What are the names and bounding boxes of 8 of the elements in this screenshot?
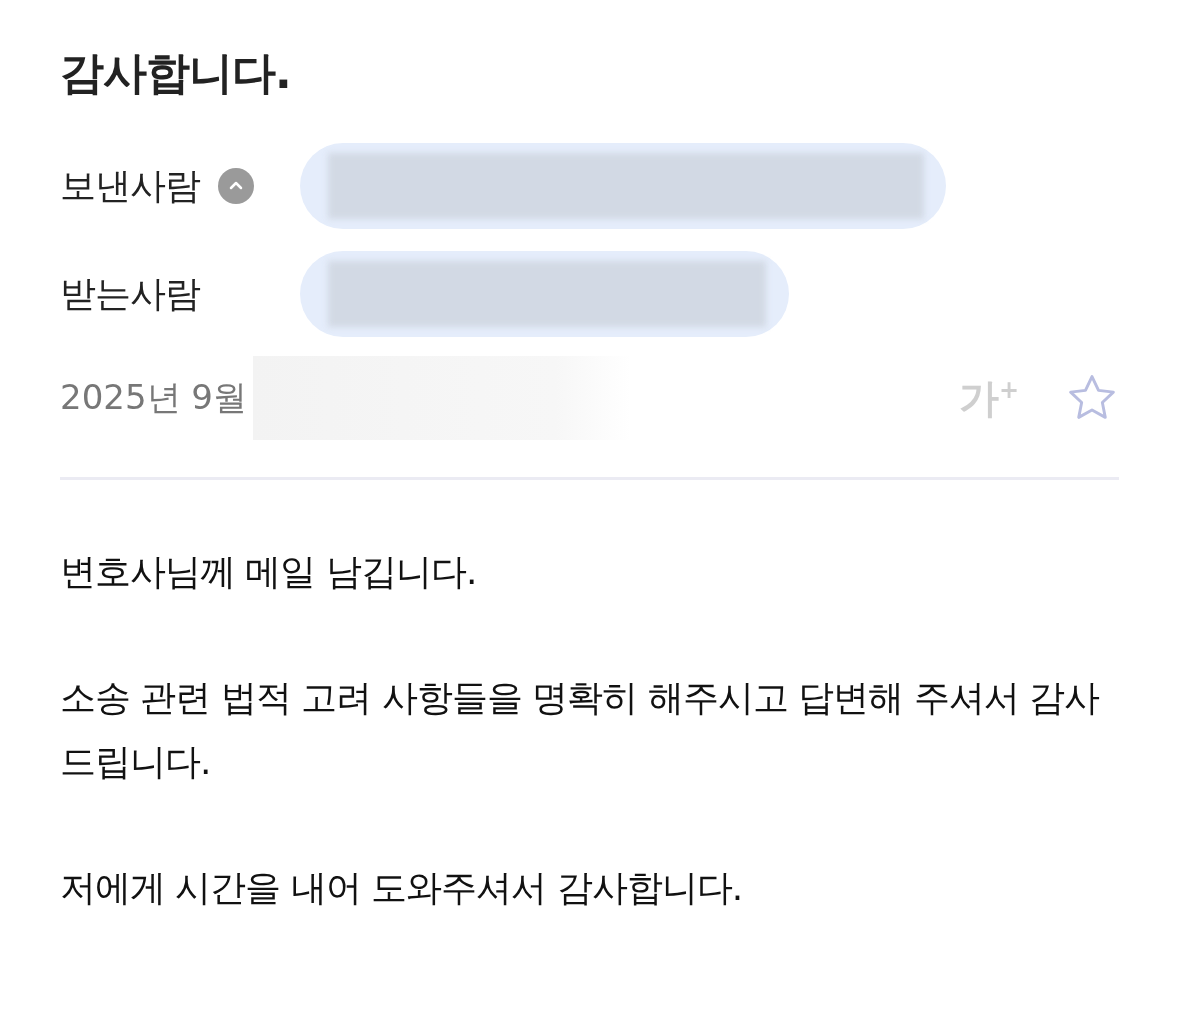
recipient-label: 받는사람 xyxy=(60,271,200,316)
body-paragraph: 저에게 시간을 내어 도와주셔서 감사합니다. xyxy=(60,866,744,910)
body-paragraph: 변호사님께 메일 남깁니다. xyxy=(60,550,478,594)
date-text: 2025년 9월 xyxy=(60,376,247,419)
email-subject: 감사합니다. xyxy=(60,46,292,100)
body-paragraph: 소송 관련 법적 고려 사항들을 명확히 해주시고 답변해 주셔서 감사드립니다. xyxy=(60,676,1100,784)
collapse-toggle[interactable] xyxy=(218,168,254,204)
sender-label: 보낸사람 xyxy=(60,163,200,208)
